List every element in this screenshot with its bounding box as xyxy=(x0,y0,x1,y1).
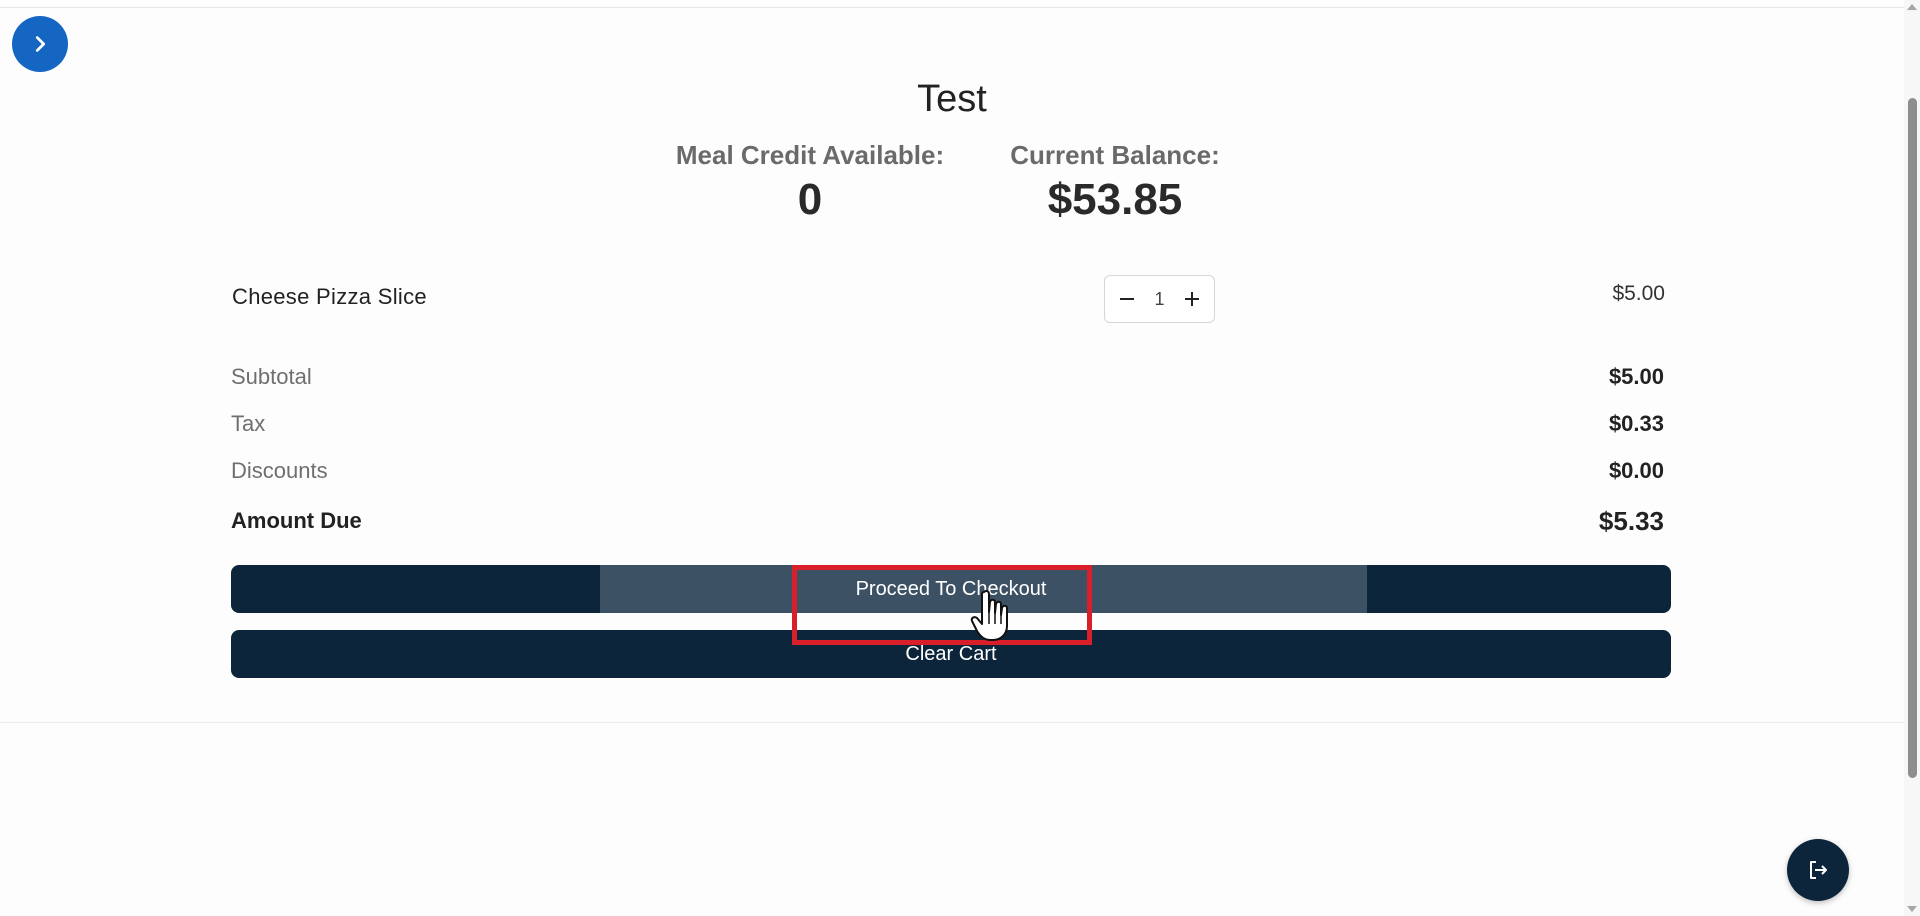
meal-credit-value: 0 xyxy=(797,175,823,224)
quantity-stepper: 1 xyxy=(1104,275,1215,323)
vertical-scrollbar[interactable] xyxy=(1904,0,1920,916)
proceed-to-checkout-label: Proceed To Checkout xyxy=(855,577,1047,600)
scrollbar-thumb[interactable] xyxy=(1908,98,1917,778)
decrement-button[interactable] xyxy=(1115,287,1139,311)
sidebar-toggle-button[interactable] xyxy=(12,16,68,72)
subtotal-value: $5.00 xyxy=(1608,364,1664,389)
current-balance-label: Current Balance: xyxy=(1010,140,1220,170)
chevron-right-icon xyxy=(35,36,46,52)
discounts-value: $0.00 xyxy=(1608,458,1664,483)
section-divider xyxy=(0,722,1904,723)
logout-icon xyxy=(1810,861,1827,879)
meal-credit-label: Meal Credit Available: xyxy=(675,140,945,170)
top-border xyxy=(0,7,1904,8)
clear-cart-button[interactable]: Clear Cart xyxy=(231,630,1671,678)
proceed-to-checkout-button[interactable]: Proceed To Checkout xyxy=(231,565,1671,613)
cart-item-name: Cheese Pizza Slice xyxy=(232,284,427,309)
plus-icon xyxy=(1184,292,1199,306)
scroll-up-arrow-icon[interactable] xyxy=(1907,4,1917,10)
page-title: Test xyxy=(917,78,987,120)
subtotal-label: Subtotal xyxy=(231,364,312,389)
scroll-down-arrow-icon[interactable] xyxy=(1907,906,1917,912)
current-balance-stat: Current Balance: $53.85 xyxy=(990,140,1240,225)
meal-credit-stat: Meal Credit Available: 0 xyxy=(660,140,960,225)
tax-value: $0.33 xyxy=(1608,411,1664,436)
quantity-value[interactable]: 1 xyxy=(1154,289,1164,310)
increment-button[interactable] xyxy=(1180,287,1204,311)
current-balance-value: $53.85 xyxy=(1047,175,1183,224)
cart-item-price: $5.00 xyxy=(1612,282,1665,305)
amount-due-label: Amount Due xyxy=(231,508,362,533)
logout-button[interactable] xyxy=(1787,839,1849,901)
minus-icon xyxy=(1120,298,1134,300)
clear-cart-label: Clear Cart xyxy=(905,642,997,665)
amount-due-value: $5.33 xyxy=(1598,506,1664,536)
tax-label: Tax xyxy=(231,411,266,436)
discounts-label: Discounts xyxy=(231,458,328,483)
